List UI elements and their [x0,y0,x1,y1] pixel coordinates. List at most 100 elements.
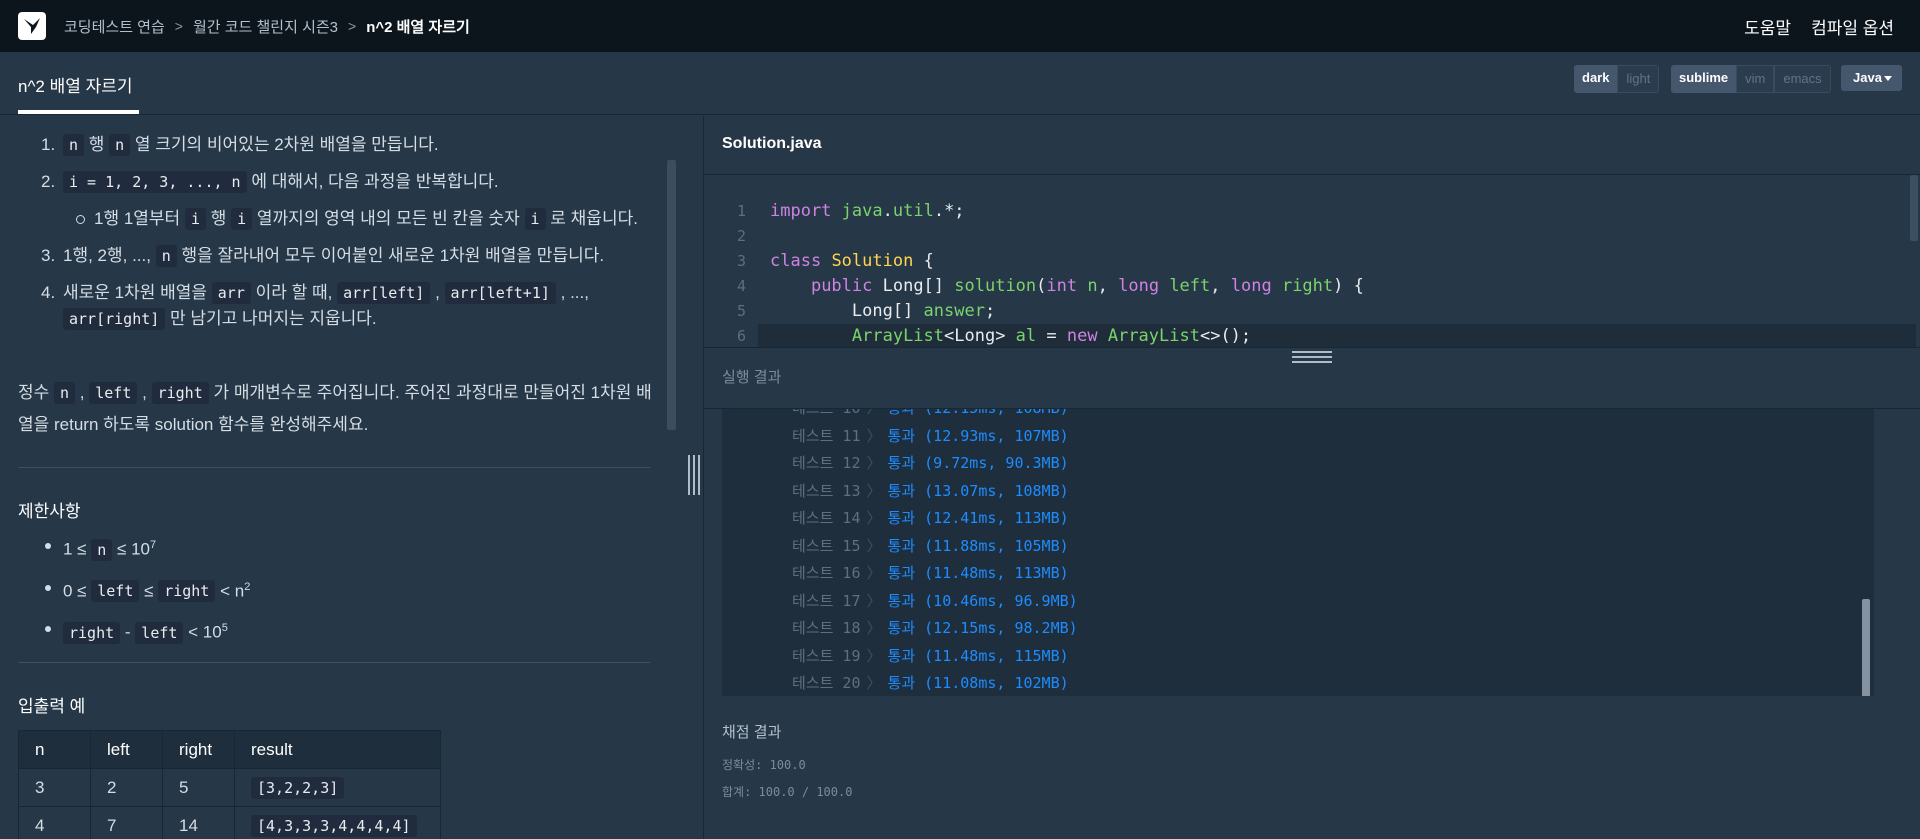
step-text: , [435,283,440,302]
test-result: 통과 (12.41ms, 113MB) [887,509,1069,527]
compile-options-link[interactable]: 컴파일 옵션 [1811,14,1894,39]
table-cell: 2 [90,768,163,807]
limit-text: 1 ≤ [63,539,87,559]
chevron-right-icon: 〉 [866,454,882,472]
test-name: 테스트 15 [792,536,861,555]
breadcrumb-coding-test[interactable]: 코딩테스트 연습 [64,16,165,37]
split-resize-handle[interactable] [688,455,700,495]
inline-code: i = 1, 2, 3, ..., n [63,171,247,193]
para-text: 정수 [18,383,50,402]
code-line: public Long[] solution(int n, long left,… [810,276,1364,296]
inline-code: n [91,538,113,561]
test-result: 통과 (12.15ms, 108MB) [888,409,1069,417]
keymap-sublime-button[interactable]: sublime [1671,65,1737,93]
inline-code: [3,2,2,3] [251,776,345,799]
step-text: 열까지의 영역 내의 모든 빈 칸을 숫자 [256,209,520,228]
code-lines[interactable]: import java.util.*; class Solution { pub… [770,199,1364,347]
test-output-box[interactable]: 테스트 10 〉 통과 (12.15ms, 108MB) 테스트 11 〉 통과 (12.… [722,409,1874,696]
test-name: 테스트 14 [792,509,861,527]
description-scrollbar[interactable] [667,160,676,430]
test-name: 테스트 20 [792,674,861,692]
results-scrollbar[interactable] [1862,599,1870,696]
inline-code: arr[left+1] [444,282,556,304]
table-row: 4 7 14 [4,3,3,3,4,4,4,4] [18,806,441,839]
chevron-right-icon: 〉 [866,619,882,637]
inline-code: right [151,382,209,404]
exponent: 7 [149,539,157,551]
inline-code: i [231,208,253,230]
table-header-cell: result [234,730,441,769]
chevron-right-icon: 〉 [866,426,882,445]
test-result: 통과 (11.48ms, 113MB) [887,564,1069,582]
test-name: 테스트 16 [792,564,861,582]
table-cell: 14 [162,806,235,839]
step-text: 1행, 2행, ..., [63,246,151,265]
code-line: Long[] answer; [770,301,996,321]
test-result-row: 테스트 12 〉 통과 (9.72ms, 90.3MB) [792,450,1069,477]
code-line: ArrayList<Long> al = new ArrayList<>(); [851,326,1252,346]
table-cell: 5 [162,768,235,807]
inline-code: [4,3,3,3,4,4,4,4] [251,814,417,837]
test-result-row: 테스트 14 〉 통과 (12.41ms, 113MB) [792,505,1069,532]
inline-code: right [63,621,121,644]
test-result: 통과 (13.07ms, 108MB) [887,481,1069,500]
tab-challenge-title[interactable]: n^2 배열 자르기 [18,72,133,97]
divider [18,467,650,468]
inline-code: left [89,382,138,404]
test-result-row: 테스트 16 〉 통과 (11.48ms, 113MB) [792,560,1069,587]
language-select-value: Java [1853,70,1882,85]
step-number: 1. [41,135,56,154]
keymap-toggle: sublime vim emacs [1671,65,1831,93]
sub-step-item: 1행 1열부터 i 행 i 열까지의 영역 내의 모든 빈 칸을 숫자 i 로 … [76,206,651,232]
test-name: 테스트 18 [792,619,861,637]
inline-code: right [158,580,216,603]
line-number: 2 [736,227,746,245]
code-editor[interactable]: 1 2 3 4 5 6 import java.util.*; class So… [704,174,1920,347]
theme-toggle: dark light [1574,65,1660,93]
programmers-logo-icon[interactable] [18,12,46,40]
inline-code: left [91,580,140,603]
grade-total: 합계: 100.0 / 100.0 [722,785,853,799]
line-number-gutter: 1 2 3 4 5 6 [704,199,746,347]
grade-accuracy: 정확성: 100.0 [722,758,806,772]
breadcrumb-challenge[interactable]: 월간 코드 챌린지 시즌3 [193,16,338,37]
resize-grip-icon[interactable] [1292,348,1332,363]
theme-dark-button[interactable]: dark [1574,65,1618,93]
limits-list: 1 ≤ n ≤ 107 0 ≤ left ≤ right < n2 right … [44,532,250,657]
test-result: 통과 (12.15ms, 98.2MB) [887,619,1078,637]
table-cell: [3,2,2,3] [234,768,441,807]
divider [18,662,650,663]
test-result: 통과 (11.48ms, 115MB) [887,646,1069,665]
table-row: 3 2 5 [3,2,2,3] [18,768,441,807]
theme-light-button[interactable]: light [1617,65,1660,93]
inline-code: arr [211,282,251,304]
test-name: 테스트 19 [792,646,861,665]
step-text: 새로운 1차원 배열을 [63,283,208,302]
help-link[interactable]: 도움말 [1744,14,1791,39]
test-result-row: 테스트 11 〉 통과 (12.93ms, 107MB) [792,423,1069,450]
chevron-right-icon: 〉 [866,674,882,692]
table-cell: 4 [18,806,91,839]
table-header-cell: left [90,730,163,769]
limit-text: < 10 [188,622,222,642]
step-text: 1행 1열부터 [94,209,181,228]
keymap-emacs-button[interactable]: emacs [1774,65,1831,93]
inline-code: n [54,382,76,404]
test-name: 테스트 10 [792,409,861,417]
step-number: 3. [41,246,56,265]
keymap-vim-button[interactable]: vim [1736,65,1775,93]
exponent: 5 [221,622,228,635]
line-number: 4 [736,277,746,295]
language-select[interactable]: Java [1841,65,1902,91]
editor-scrollbar[interactable] [1910,175,1918,241]
limit-text: ≤ 10 [117,539,150,559]
problem-description[interactable]: 1. n 행 n 열 크기의 비어있는 2차원 배열을 만듭니다. 2. i =… [0,116,703,839]
code-line: import java.util.*; [770,201,965,221]
test-result-row: 테스트 18 〉 통과 (12.15ms, 98.2MB) [792,615,1078,642]
test-result: 통과 (12.93ms, 107MB) [887,426,1069,445]
table-cell: 7 [90,806,163,839]
test-result: 통과 (9.72ms, 90.3MB) [887,454,1069,472]
step-text: 행 [210,209,227,228]
inline-code: n [109,134,131,156]
